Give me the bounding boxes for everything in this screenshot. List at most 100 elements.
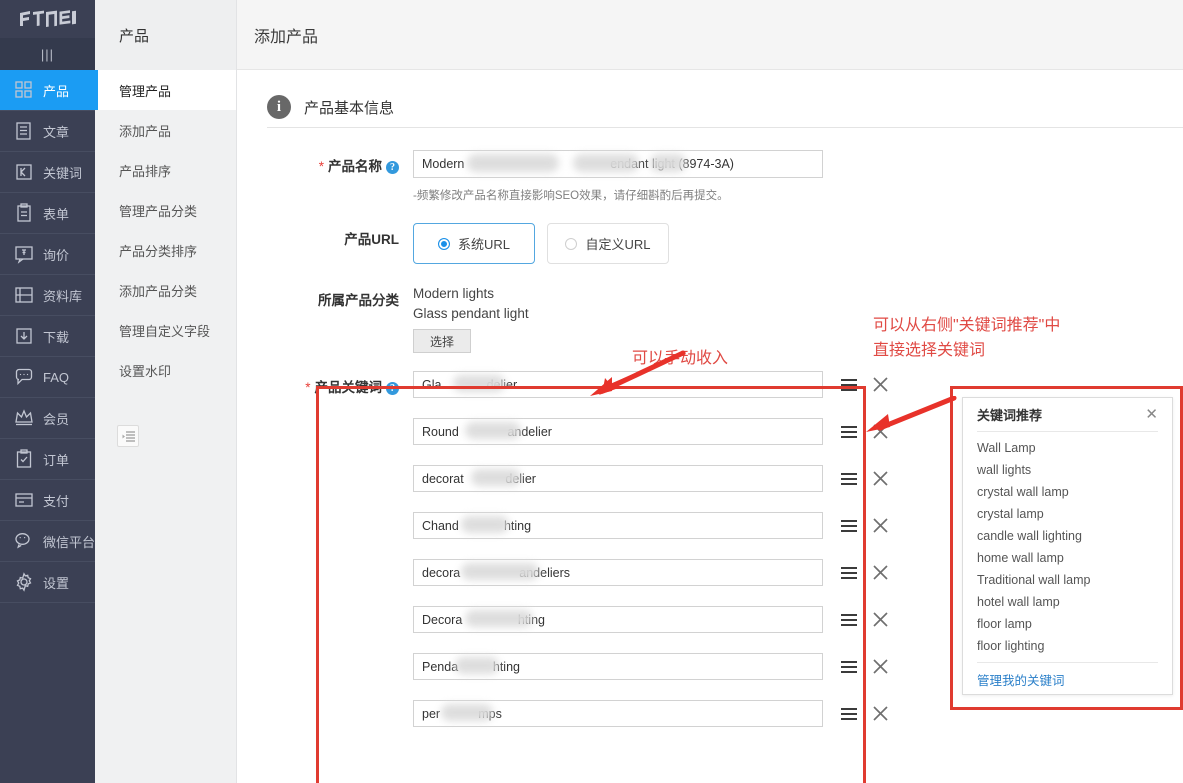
drag-handle-icon[interactable] — [841, 517, 859, 535]
question-help-icon[interactable]: ? — [386, 382, 399, 395]
keyword-input-5[interactable] — [413, 606, 823, 633]
close-x-icon[interactable] — [871, 423, 889, 441]
keyword-input-wrap — [413, 512, 823, 539]
sidebar-item-2[interactable]: 关键词 — [0, 152, 95, 192]
sidebar-item-label: FAQ — [43, 370, 69, 385]
drag-handle-icon[interactable] — [841, 423, 859, 441]
keyword-suggestion-7[interactable]: hotel wall lamp — [977, 591, 1158, 613]
keyword-row — [413, 371, 1183, 398]
drag-handle-icon[interactable] — [841, 564, 859, 582]
payment-icon — [14, 490, 34, 510]
question-help-icon[interactable]: ? — [386, 161, 399, 174]
keyword-suggestion-5[interactable]: home wall lamp — [977, 547, 1158, 569]
info-icon: i — [267, 95, 291, 119]
keyword-input-1[interactable] — [413, 418, 823, 445]
collapse-list-icon[interactable] — [117, 425, 139, 447]
field-product-name: *产品名称? -频繁修改产品名称直接影响SEO效果，请仔细斟酌后再提交。 — [237, 150, 1183, 203]
drag-handle-icon[interactable] — [841, 705, 859, 723]
keyword-suggestion-2[interactable]: crystal wall lamp — [977, 481, 1158, 503]
keyword-suggestion-1[interactable]: wall lights — [977, 459, 1158, 481]
product-url-option-1[interactable]: 自定义URL — [547, 223, 669, 264]
section-divider — [267, 127, 1183, 128]
keyword-suggestion-6[interactable]: Traditional wall lamp — [977, 569, 1158, 591]
price-chat-icon — [14, 244, 34, 264]
keyword-suggestion-3[interactable]: crystal lamp — [977, 503, 1158, 525]
keyword-input-wrap — [413, 700, 823, 727]
secondary-nav-item-6[interactable]: 管理自定义字段 — [95, 310, 236, 350]
sidebar-item-8[interactable]: 会员 — [0, 398, 95, 438]
sidebar-item-label: 表单 — [43, 204, 69, 223]
manage-keywords-link[interactable]: 管理我的关键词 — [977, 674, 1065, 688]
keyword-suggestion-0[interactable]: Wall Lamp — [977, 437, 1158, 459]
field-product-url: 产品URL 系统URL 自定义URL — [237, 223, 1183, 264]
product-url-option-0[interactable]: 系统URL — [413, 223, 535, 264]
sidebar-item-12[interactable]: 设置 — [0, 562, 95, 602]
secondary-nav-item-2[interactable]: 产品排序 — [95, 150, 236, 190]
close-x-icon[interactable] — [871, 705, 889, 723]
category-line-1: Modern lights — [413, 284, 1183, 304]
sidebar-item-0[interactable]: 产品 — [0, 70, 95, 110]
sidebar-item-label: 会员 — [43, 409, 69, 428]
sidebar-item-10[interactable]: 支付 — [0, 480, 95, 520]
sidebar-item-label: 关键词 — [43, 163, 82, 182]
gear-icon — [14, 572, 34, 592]
keyword-suggestion-list: Wall Lampwall lightscrystal wall lampcry… — [977, 432, 1158, 657]
keyword-panel-title: 关键词推荐 — [977, 405, 1042, 424]
sidebar-item-9[interactable]: 订单 — [0, 439, 95, 479]
sidebar-item-5[interactable]: 资料库 — [0, 275, 95, 315]
required-star: * — [305, 380, 310, 395]
sidebar-item-label: 资料库 — [43, 286, 82, 305]
secondary-nav-item-5[interactable]: 添加产品分类 — [95, 270, 236, 310]
keyword-suggestion-9[interactable]: floor lighting — [977, 635, 1158, 657]
keyword-input-wrap — [413, 653, 823, 680]
product-url-label: 产品URL — [237, 223, 413, 264]
close-x-icon[interactable] — [871, 470, 889, 488]
keyword-input-3[interactable] — [413, 512, 823, 539]
app-root: ||| 产品文章关键词表单询价资料库下载 FAQ 会员订单支付微信平台设置 产品 管… — [0, 0, 1183, 783]
close-x-icon[interactable]: ✕ — [1145, 407, 1158, 422]
section-title: 产品基本信息 — [304, 97, 394, 118]
keyword-suggestion-4[interactable]: candle wall lighting — [977, 525, 1158, 547]
sidebar-item-label: 设置 — [43, 573, 69, 592]
product-name-input[interactable] — [413, 150, 823, 178]
sidebar-item-label: 微信平台 — [43, 532, 95, 551]
keyword-input-wrap — [413, 465, 823, 492]
sidebar-item-3[interactable]: 表单 — [0, 193, 95, 233]
secondary-nav-item-4[interactable]: 产品分类排序 — [95, 230, 236, 270]
secondary-nav-item-7[interactable]: 设置水印 — [95, 350, 236, 390]
keyword-input-4[interactable] — [413, 559, 823, 586]
keyword-input-2[interactable] — [413, 465, 823, 492]
close-x-icon[interactable] — [871, 376, 889, 394]
keyword-suggestion-8[interactable]: floor lamp — [977, 613, 1158, 635]
secondary-nav-item-0[interactable]: 管理产品 — [95, 70, 236, 110]
secondary-nav-item-3[interactable]: 管理产品分类 — [95, 190, 236, 230]
close-x-icon[interactable] — [871, 564, 889, 582]
sidebar-item-label: 产品 — [43, 81, 69, 100]
select-category-button[interactable]: 选择 — [413, 329, 471, 353]
sidebar-item-11[interactable]: 微信平台 — [0, 521, 95, 561]
sidebar-toggle[interactable]: ||| — [0, 38, 95, 70]
keyword-input-6[interactable] — [413, 653, 823, 680]
sidebar-item-label: 询价 — [43, 245, 69, 264]
drag-handle-icon[interactable] — [841, 658, 859, 676]
brand-logo[interactable] — [0, 0, 95, 38]
sidebar-item-4[interactable]: 询价 — [0, 234, 95, 274]
keyword-panel-footer: 管理我的关键词 — [977, 662, 1158, 690]
keyword-input-wrap — [413, 371, 823, 398]
close-x-icon[interactable] — [871, 658, 889, 676]
sidebar-item-1[interactable]: 文章 — [0, 111, 95, 151]
download-icon — [14, 326, 34, 346]
secondary-nav-header: 产品 — [95, 0, 236, 70]
sidebar-item-6[interactable]: 下载 — [0, 316, 95, 356]
order-check-icon — [14, 449, 34, 469]
close-x-icon[interactable] — [871, 517, 889, 535]
chat-bubble-icon — [14, 367, 34, 387]
sidebar-item-7[interactable]: FAQ — [0, 357, 95, 397]
close-x-icon[interactable] — [871, 611, 889, 629]
drag-handle-icon[interactable] — [841, 376, 859, 394]
drag-handle-icon[interactable] — [841, 470, 859, 488]
keyword-input-0[interactable] — [413, 371, 823, 398]
secondary-nav-item-1[interactable]: 添加产品 — [95, 110, 236, 150]
keyword-input-7[interactable] — [413, 700, 823, 727]
drag-handle-icon[interactable] — [841, 611, 859, 629]
